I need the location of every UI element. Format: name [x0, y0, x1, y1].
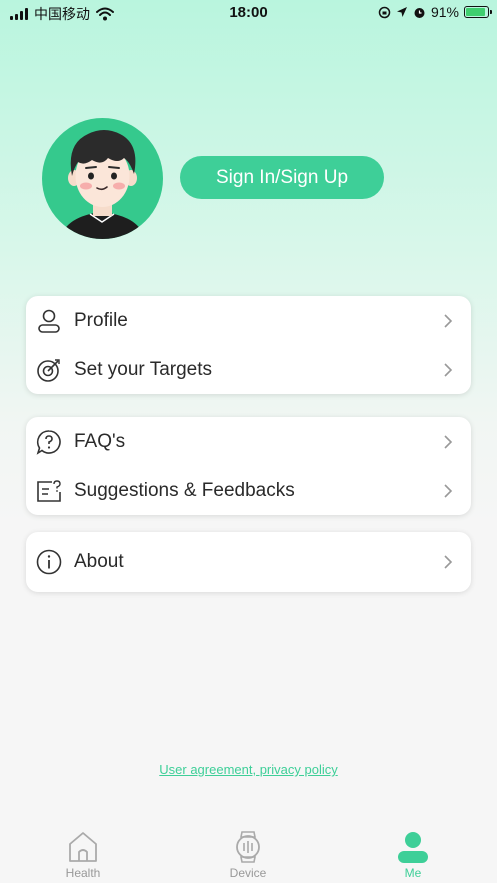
target-icon [37, 358, 60, 382]
menu-item-label: Profile [74, 309, 128, 331]
tab-me[interactable]: Me [363, 826, 463, 880]
menu-item-profile[interactable]: Profile [26, 296, 471, 345]
person-filled-icon [398, 832, 428, 863]
menu-item-label: FAQ's [74, 430, 126, 452]
watch-icon [236, 831, 260, 863]
location-icon [396, 7, 407, 17]
avatar[interactable] [42, 118, 163, 239]
alarm-icon [414, 7, 425, 18]
home-icon [69, 832, 97, 862]
tab-label: Device [229, 866, 267, 880]
chevron-right-icon [444, 362, 453, 377]
menu-item-about[interactable]: About [26, 532, 471, 592]
info-icon [36, 549, 62, 575]
menu-card-support: FAQ's Suggestions & Feedbacks [26, 417, 471, 515]
rotation-lock-icon [378, 6, 391, 18]
tab-label: Me [404, 866, 422, 880]
menu-item-faq[interactable]: FAQ's [26, 417, 471, 466]
chevron-right-icon [444, 434, 453, 449]
tab-label: Health [65, 866, 101, 880]
status-bar: 中国移动 18:00 91% [0, 0, 497, 28]
menu-item-label: About [74, 551, 124, 572]
menu-item-feedback[interactable]: Suggestions & Feedbacks [26, 466, 471, 515]
chevron-right-icon [444, 313, 453, 328]
chevron-right-icon [444, 483, 453, 498]
feedback-icon [37, 479, 61, 502]
tab-bar: Health Device Me [0, 826, 497, 883]
chevron-right-icon [444, 555, 453, 569]
menu-card-account: Profile Set your Targets [26, 296, 471, 394]
question-bubble-icon [36, 429, 61, 455]
tab-device[interactable]: Device [198, 826, 298, 880]
menu-card-about: About [26, 532, 471, 592]
tab-health[interactable]: Health [33, 826, 133, 880]
person-icon [38, 309, 60, 333]
menu-item-label: Set your Targets [74, 358, 213, 380]
menu-item-label: Suggestions & Feedbacks [74, 479, 295, 501]
sign-in-button[interactable]: Sign In/Sign Up [180, 156, 384, 199]
status-right: 91% [378, 4, 492, 20]
avatar-illustration [60, 130, 145, 239]
battery-percent: 91% [430, 4, 459, 20]
agreement-link[interactable]: User agreement, privacy policy [0, 762, 497, 777]
menu-item-targets[interactable]: Set your Targets [26, 345, 471, 394]
battery-icon [464, 6, 492, 18]
